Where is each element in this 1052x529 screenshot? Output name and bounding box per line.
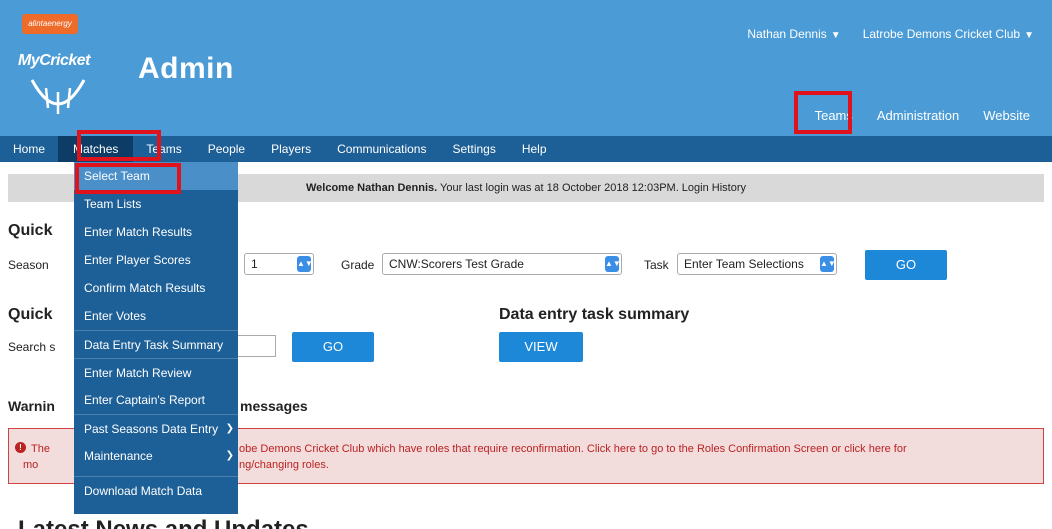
menu-item-enter-player-scores[interactable]: Enter Player Scores	[74, 246, 238, 274]
top-nav-website[interactable]: Website	[983, 108, 1030, 123]
menu-item-select-team[interactable]: Select Team	[74, 162, 238, 190]
menu-item-enter-captains-report[interactable]: Enter Captain's Report	[74, 386, 238, 414]
grade-label: Grade	[341, 258, 375, 272]
nav-communications[interactable]: Communications	[324, 136, 439, 162]
warning-line1-start: The	[31, 443, 50, 455]
select-arrow-icon: ▲▼	[820, 256, 836, 272]
page-title: Admin	[138, 52, 234, 85]
quick-entry-heading: Quick	[8, 222, 53, 239]
user-menu: Nathan Dennis ▼ Latrobe Demons Cricket Cl…	[747, 27, 1034, 41]
menu-item-confirm-match-results[interactable]: Confirm Match Results	[74, 274, 238, 302]
menu-item-team-lists[interactable]: Team Lists	[74, 190, 238, 218]
grade-value: CNW:Scorers Test Grade	[389, 257, 524, 271]
latest-news-heading: Latest News and Updates	[18, 516, 309, 529]
cricket-ball-icon	[30, 79, 86, 114]
mycricket-logo[interactable]: alintaenergy MyCricket	[18, 12, 120, 127]
welcome-name: Welcome Nathan Dennis.	[305, 182, 438, 194]
top-nav: Teams Administration Website	[815, 108, 1030, 123]
season-value: 1	[251, 257, 258, 271]
warnings-heading: Warnin	[8, 398, 55, 414]
top-nav-teams[interactable]: Teams	[815, 108, 853, 123]
select-arrow-icon: ▲▼	[297, 256, 313, 272]
chevron-right-icon: ❯	[225, 450, 234, 461]
select-arrow-icon: ▲▼	[605, 256, 621, 272]
club-dropdown[interactable]: Latrobe Demons Cricket Club ▼	[863, 27, 1034, 41]
warnings-heading-end: messages	[240, 398, 308, 414]
menu-item-maintenance[interactable]: Maintenance ❯	[74, 442, 238, 470]
task-select[interactable]: Enter Team Selections ▲▼	[677, 253, 837, 275]
nav-matches[interactable]: Matches	[58, 136, 134, 162]
warning-line2-start: mo	[23, 459, 39, 471]
nav-home[interactable]: Home	[0, 136, 58, 162]
task-value: Enter Team Selections	[684, 257, 804, 271]
alinta-energy-badge: alintaenergy	[22, 14, 78, 34]
past-seasons-label: Past Seasons Data Entry	[84, 422, 219, 436]
last-login-text[interactable]: Your last login was at 18 October 2018 1…	[437, 182, 746, 194]
nav-people[interactable]: People	[195, 136, 258, 162]
search-input[interactable]	[236, 335, 276, 357]
season-select[interactable]: 1 ▲▼	[244, 253, 314, 275]
menu-item-enter-votes[interactable]: Enter Votes	[74, 302, 238, 330]
alert-icon: !	[15, 442, 26, 453]
nav-help[interactable]: Help	[509, 136, 560, 162]
quick-search-heading: Quick	[8, 306, 53, 323]
menu-item-enter-match-review[interactable]: Enter Match Review	[74, 358, 238, 386]
matches-dropdown-menu: Select Team Team Lists Enter Match Resul…	[74, 162, 238, 514]
menu-item-data-entry-task-summary[interactable]: Data Entry Task Summary	[74, 330, 238, 358]
menu-item-enter-match-results[interactable]: Enter Match Results	[74, 218, 238, 246]
top-nav-administration[interactable]: Administration	[877, 108, 959, 123]
site-header: alintaenergy MyCricket Admin Nathan Denn…	[0, 0, 1052, 136]
user-dropdown[interactable]: Nathan Dennis ▼	[747, 27, 840, 41]
mycricket-wordmark: MyCricket	[18, 52, 90, 69]
quick-search-go-button[interactable]: GO	[292, 332, 374, 362]
quick-entry-go-button[interactable]: GO	[865, 250, 947, 280]
main-navbar: Home Matches Teams People Players Commun…	[0, 136, 1052, 162]
summary-heading: Data entry task summary	[499, 306, 690, 323]
warning-line2: ng/changing roles.	[239, 459, 329, 471]
chevron-down-icon: ▼	[1024, 30, 1034, 41]
task-label: Task	[644, 258, 669, 272]
summary-view-button[interactable]: VIEW	[499, 332, 583, 362]
user-name: Nathan Dennis	[747, 27, 827, 41]
menu-item-past-seasons[interactable]: Past Seasons Data Entry ❯	[74, 414, 238, 442]
menu-item-download-match-data[interactable]: Download Match Data	[74, 476, 238, 504]
search-label: Search s	[8, 340, 56, 354]
nav-settings[interactable]: Settings	[439, 136, 508, 162]
maintenance-label: Maintenance	[84, 449, 153, 463]
club-name: Latrobe Demons Cricket Club	[862, 27, 1021, 41]
nav-players[interactable]: Players	[258, 136, 324, 162]
warning-line1[interactable]: obe Demons Cricket Club which have roles…	[239, 443, 907, 455]
grade-select[interactable]: CNW:Scorers Test Grade ▲▼	[382, 253, 622, 275]
chevron-right-icon: ❯	[225, 423, 234, 434]
nav-teams[interactable]: Teams	[133, 136, 194, 162]
season-label: Season	[8, 258, 49, 272]
chevron-down-icon: ▼	[830, 30, 841, 41]
